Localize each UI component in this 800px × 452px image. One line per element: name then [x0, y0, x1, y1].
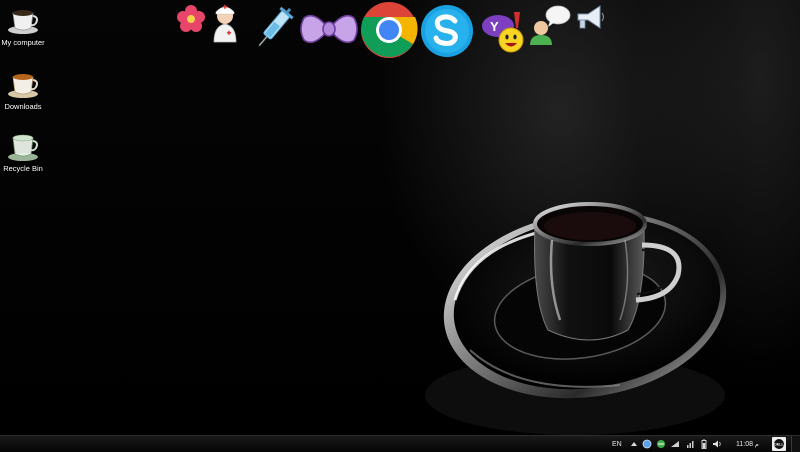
language-label: EN	[612, 440, 622, 448]
flower-icon[interactable]	[175, 4, 207, 34]
desktop[interactable]: My computer Downloads Recycle Bin Y	[0, 0, 800, 435]
dell-logo-icon: DELL	[772, 437, 786, 451]
tray-battery[interactable]	[699, 436, 709, 452]
desktop-icon-label: Recycle Bin	[3, 164, 43, 173]
desktop-icon-downloads[interactable]: Downloads	[0, 68, 46, 111]
language-indicator[interactable]: EN	[612, 436, 622, 452]
desktop-icon-recycle-bin[interactable]: Recycle Bin	[0, 130, 46, 173]
tray-volume[interactable]	[712, 436, 722, 452]
chrome-icon[interactable]	[360, 1, 418, 59]
show-hidden-icons-button[interactable]	[629, 436, 639, 452]
show-hidden-icons-icon	[631, 442, 637, 446]
chat-user-icon[interactable]	[528, 3, 574, 47]
wallpaper-coffee-cup	[425, 202, 727, 435]
svg-text:Y: Y	[490, 19, 499, 34]
battery-icon	[701, 439, 707, 449]
megaphone-icon[interactable]	[574, 3, 606, 33]
oem-badge[interactable]: DELL	[772, 436, 786, 452]
coffee-cup-icon	[8, 74, 38, 98]
desktop-icon-label: Downloads	[4, 102, 42, 111]
nurse-icon[interactable]	[208, 2, 242, 44]
show-desktop-button[interactable]	[791, 436, 800, 452]
skype-icon[interactable]	[419, 3, 475, 59]
clock[interactable]: 11:08 م	[736, 436, 759, 452]
connection-icon	[657, 440, 665, 448]
clock-time: 11:08	[736, 440, 753, 448]
tray-network-globe[interactable]	[642, 436, 652, 452]
syringe-icon[interactable]	[254, 3, 294, 53]
clock-suffix: م	[755, 441, 759, 448]
wifi-icon	[671, 441, 679, 447]
yahoo-messenger-icon[interactable]: Y	[478, 10, 528, 54]
signal-icon	[687, 441, 694, 448]
oem-badge-text: DELL	[774, 443, 784, 447]
tray-wifi[interactable]	[670, 436, 680, 452]
volume-icon	[713, 440, 721, 448]
tray-connection[interactable]	[656, 436, 666, 452]
tray-signal[interactable]	[686, 436, 696, 452]
bow-icon[interactable]	[300, 8, 358, 50]
taskbar: EN 11:08 م DELL	[0, 435, 800, 452]
glass-cup-icon	[8, 134, 38, 161]
network-globe-icon	[642, 439, 652, 449]
dock-bar: Y	[0, 0, 800, 64]
